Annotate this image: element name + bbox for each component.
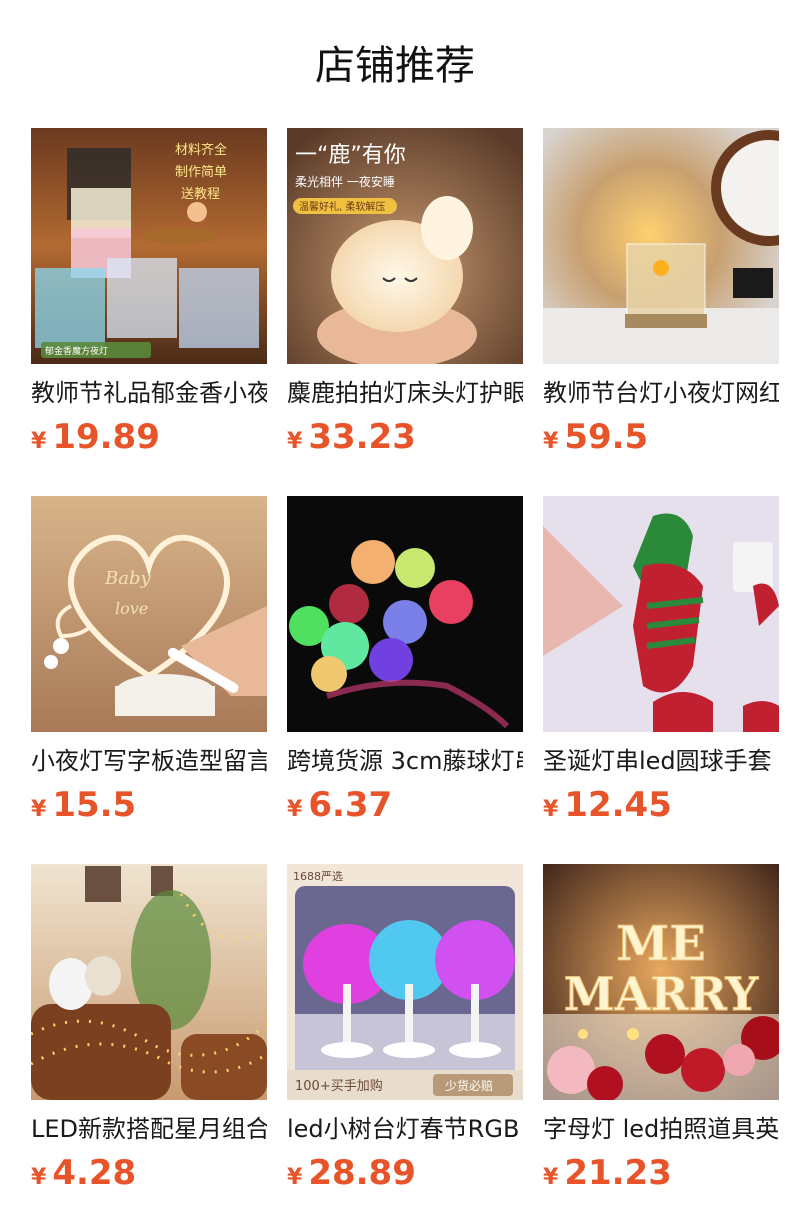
price-value: 4.28 [52, 1153, 137, 1193]
product-card[interactable]: 1688严选 100+买手加购 少货必赔 led小树台灯春节RGB ¥28.89 [287, 864, 523, 1194]
currency-symbol: ¥ [287, 797, 303, 822]
product-card[interactable]: 跨境货源 3cm藤球灯串 ¥6.37 [287, 496, 523, 826]
crystal-cube-lamp-image[interactable] [543, 128, 779, 364]
svg-text:柔光相伴 一夜安睡: 柔光相伴 一夜安睡 [295, 174, 395, 189]
star-moon-string-lights-image[interactable] [31, 864, 267, 1100]
currency-symbol: ¥ [31, 429, 47, 454]
price-value: 59.5 [564, 417, 649, 457]
product-card[interactable]: LED新款搭配星月组合 ¥4.28 [31, 864, 267, 1194]
section-title: 店铺推荐 [315, 43, 475, 89]
currency-symbol: ¥ [543, 429, 559, 454]
product-price: ¥21.23 [543, 1152, 779, 1194]
price-value: 6.37 [308, 785, 393, 825]
product-card[interactable]: 圣诞灯串led圆球手套 ¥12.45 [543, 496, 779, 826]
image-caption: 郁金香魔方夜灯 [45, 345, 108, 357]
product-card[interactable]: Baby love 小夜灯写字板造型留言板 ¥15.5 [31, 496, 267, 826]
price-value: 19.89 [52, 417, 160, 457]
price-value: 15.5 [52, 785, 137, 825]
svg-text:love: love [115, 599, 148, 618]
currency-symbol: ¥ [287, 1165, 303, 1190]
product-name[interactable]: led小树台灯春节RGB [287, 1112, 523, 1146]
currency-symbol: ¥ [31, 1165, 47, 1190]
product-card[interactable]: ME MARRY 字母灯 led拍照道具英文 ¥21.23 [543, 864, 779, 1194]
price-value: 33.23 [308, 417, 416, 457]
price-value: 21.23 [564, 1153, 672, 1193]
product-price: ¥12.45 [543, 784, 779, 826]
heart-message-board-image[interactable]: Baby love [31, 496, 267, 732]
product-name[interactable]: 圣诞灯串led圆球手套 [543, 744, 779, 778]
product-name[interactable]: 麋鹿拍拍灯床头灯护眼 [287, 376, 523, 410]
svg-text:送教程: 送教程 [181, 186, 220, 202]
product-name[interactable]: 教师节礼品郁金香小夜灯 [31, 376, 267, 410]
product-name[interactable]: 教师节台灯小夜灯网红 [543, 376, 779, 410]
svg-text:1688严选: 1688严选 [293, 870, 343, 883]
product-name[interactable]: 跨境货源 3cm藤球灯串 [287, 744, 523, 778]
svg-text:少货必赔: 少货必赔 [445, 1078, 493, 1093]
deer-pat-lamp-image[interactable]: 一“鹿”有你 柔光相伴 一夜安睡 温馨好礼, 柔软解压 [287, 128, 523, 364]
currency-symbol: ¥ [287, 429, 303, 454]
product-card[interactable]: 教师节台灯小夜灯网红 ¥59.5 [543, 128, 779, 458]
product-name[interactable]: 字母灯 led拍照道具英文 [543, 1112, 779, 1146]
product-price: ¥28.89 [287, 1152, 523, 1194]
currency-symbol: ¥ [31, 797, 47, 822]
svg-text:温馨好礼, 柔软解压: 温馨好礼, 柔软解压 [299, 200, 385, 213]
product-price: ¥19.89 [31, 416, 267, 458]
rattan-ball-lights-image[interactable] [287, 496, 523, 732]
product-price: ¥33.23 [287, 416, 523, 458]
price-value: 28.89 [308, 1153, 416, 1193]
currency-symbol: ¥ [543, 797, 559, 822]
shop-recommendations: 店铺推荐 郁金香魔方夜灯 材料齐全 制作简单 送教程 教师节礼品郁金香小夜 ¥ … [0, 0, 790, 1232]
svg-text:MARRY: MARRY [564, 967, 760, 1021]
marquee-letter-lights-image[interactable]: ME MARRY [543, 864, 779, 1100]
currency-symbol: ¥ [543, 1165, 559, 1190]
svg-text:ME: ME [616, 916, 706, 972]
christmas-mitten-lights-image[interactable] [543, 496, 779, 732]
product-price: ¥6.37 [287, 784, 523, 826]
product-card[interactable]: 郁金香魔方夜灯 材料齐全 制作简单 送教程 教师节礼品郁金香小夜灯 ¥19.89 [31, 128, 267, 458]
svg-text:制作简单: 制作简单 [175, 164, 227, 180]
product-name[interactable]: 小夜灯写字板造型留言板 [31, 744, 267, 778]
product-name[interactable]: LED新款搭配星月组合 [31, 1112, 267, 1146]
svg-text:100+买手加购: 100+买手加购 [295, 1078, 383, 1094]
product-card[interactable]: 一“鹿”有你 柔光相伴 一夜安睡 温馨好礼, 柔软解压 麋鹿拍拍灯床头灯护眼 ¥… [287, 128, 523, 458]
product-price: ¥15.5 [31, 784, 267, 826]
price-value: 12.45 [564, 785, 672, 825]
product-price: ¥4.28 [31, 1152, 267, 1194]
svg-text:材料齐全: 材料齐全 [175, 142, 227, 158]
svg-text:一“鹿”有你: 一“鹿”有你 [295, 143, 406, 168]
tree-lamp-image[interactable]: 1688严选 100+买手加购 少货必赔 [287, 864, 523, 1100]
svg-text:Baby: Baby [104, 568, 151, 589]
tulip-light-box-image[interactable]: 郁金香魔方夜灯 材料齐全 制作简单 送教程 [31, 128, 267, 364]
product-price: ¥59.5 [543, 416, 779, 458]
